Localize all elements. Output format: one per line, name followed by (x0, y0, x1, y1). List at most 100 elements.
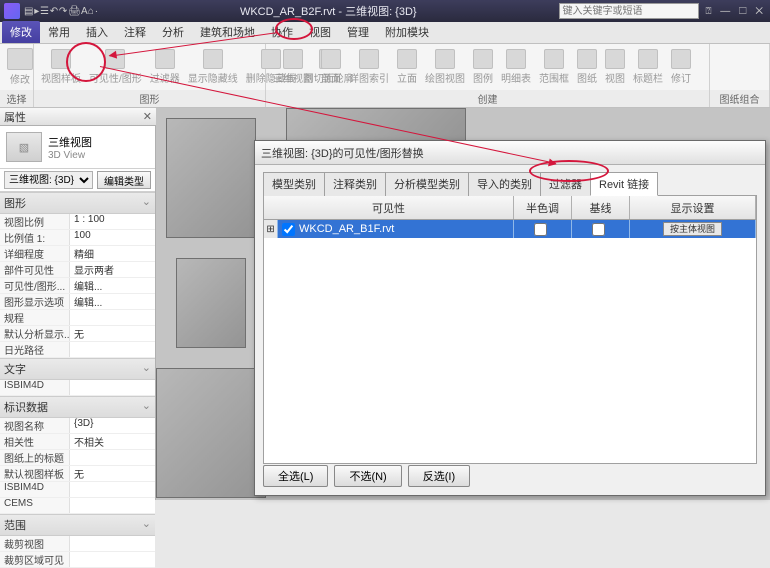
prop-row[interactable]: 默认视图样板无 (0, 466, 155, 482)
prop-section-header[interactable]: 文字⌄ (0, 358, 155, 380)
prop-row[interactable]: 裁剪视图 (0, 536, 155, 552)
rev-icon (671, 49, 691, 69)
ribbon-group-select: 选择 (0, 90, 33, 107)
prop-value[interactable]: {3D} (70, 418, 155, 433)
app-logo-icon (4, 3, 20, 19)
prop-value[interactable] (70, 380, 155, 395)
prop-row[interactable]: 日光路径 (0, 342, 155, 358)
ribbon-show-hidden[interactable]: 显示隐藏线 (185, 47, 241, 87)
prop-value[interactable]: 编辑... (70, 278, 155, 293)
prop-value[interactable] (70, 536, 155, 551)
ribbon-callout[interactable]: 详图索引 (346, 47, 392, 87)
prop-value[interactable]: 无 (70, 326, 155, 341)
prop-value[interactable]: 不相关 (70, 434, 155, 449)
prop-row[interactable]: 比例值 1:100 (0, 230, 155, 246)
link-visibility-checkbox[interactable] (282, 223, 295, 236)
prop-row[interactable]: 裁剪区域可见 (0, 552, 155, 568)
dtab-model[interactable]: 模型类别 (263, 172, 325, 196)
ribbon-revision[interactable]: 修订 (668, 47, 694, 87)
prop-value[interactable] (70, 310, 155, 325)
filter-icon (155, 49, 175, 69)
ribbon-3dview[interactable]: 三维视图 (270, 47, 316, 87)
tab-view[interactable]: 视图 (301, 21, 339, 43)
ribbon-filters[interactable]: 过滤器 (147, 47, 183, 87)
dtab-analytical[interactable]: 分析模型类别 (385, 172, 469, 196)
prop-value[interactable] (70, 552, 155, 567)
prop-row[interactable]: 默认分析显示...无 (0, 326, 155, 342)
type-selector[interactable]: 三维视图: {3D} (4, 171, 93, 189)
prop-row[interactable]: 图形显示选项编辑... (0, 294, 155, 310)
prop-value[interactable] (70, 342, 155, 357)
prop-row[interactable]: ISBIM4D (0, 482, 155, 498)
dtab-revit-links[interactable]: Revit 链接 (590, 172, 658, 196)
tab-home[interactable]: 常用 (40, 21, 78, 43)
ribbon-elev[interactable]: 立面 (394, 47, 420, 87)
close-icon[interactable]: ✕ (143, 110, 152, 123)
select-none-button[interactable]: 不选(N) (334, 465, 401, 487)
edit-type-button[interactable]: 编辑类型 (97, 171, 151, 189)
dtab-anno[interactable]: 注释类别 (324, 172, 386, 196)
link-underlay-checkbox[interactable] (592, 223, 605, 236)
prop-section-header[interactable]: 标识数据⌄ (0, 396, 155, 418)
prop-key: CEMS (0, 498, 70, 513)
prop-value[interactable]: 编辑... (70, 294, 155, 309)
ribbon-scope[interactable]: 范围框 (536, 47, 572, 87)
ribbon-modify[interactable]: 修改 (4, 46, 36, 88)
show-icon (203, 49, 223, 69)
prop-section-header[interactable]: 图形⌄ (0, 192, 155, 214)
prop-value[interactable] (70, 498, 155, 513)
prop-row[interactable]: CEMS (0, 498, 155, 514)
ribbon-section[interactable]: 剖面 (318, 47, 344, 87)
invert-button[interactable]: 反选(I) (408, 465, 470, 487)
prop-row[interactable]: 视图名称{3D} (0, 418, 155, 434)
quick-access-toolbar[interactable]: ▤ ▸ ☰ ↶ ↷ 🖨 A ⌂ · (24, 6, 97, 17)
ribbon-view-templates[interactable]: 视图样板 (38, 47, 84, 87)
prop-row[interactable]: ISBIM4D (0, 380, 155, 396)
tab-site[interactable]: 建筑和场地 (192, 21, 263, 43)
ribbon-sheet[interactable]: 图纸 (574, 47, 600, 87)
prop-value[interactable]: 精细 (70, 246, 155, 261)
elev-icon (397, 49, 417, 69)
dtab-imported[interactable]: 导入的类别 (468, 172, 541, 196)
tab-collab[interactable]: 协作 (263, 21, 301, 43)
prop-row[interactable]: 相关性不相关 (0, 434, 155, 450)
select-all-button[interactable]: 全选(L) (263, 465, 328, 487)
prop-key: ISBIM4D (0, 482, 70, 497)
tab-modify[interactable]: 修改 (2, 21, 40, 43)
tab-manage[interactable]: 管理 (339, 21, 377, 43)
ribbon-visibility-graphics[interactable]: 可见性/图形 (86, 47, 145, 87)
prop-section-header[interactable]: 范围⌄ (0, 514, 155, 536)
ribbon-schedule[interactable]: 明细表 (498, 47, 534, 87)
dtab-filters[interactable]: 过滤器 (540, 172, 591, 196)
callout-icon (359, 49, 379, 69)
prop-value[interactable] (70, 482, 155, 497)
prop-row[interactable]: 可见性/图形...编辑... (0, 278, 155, 294)
sched-icon (506, 49, 526, 69)
view-type-label: 三维视图 (48, 134, 92, 150)
prop-row[interactable]: 规程 (0, 310, 155, 326)
tab-annotate[interactable]: 注释 (116, 21, 154, 43)
tab-insert[interactable]: 插入 (78, 21, 116, 43)
ribbon-view[interactable]: 视图 (602, 47, 628, 87)
prop-value[interactable]: 无 (70, 466, 155, 481)
prop-row[interactable]: 图纸上的标题 (0, 450, 155, 466)
search-input[interactable] (559, 3, 699, 19)
prop-row[interactable]: 部件可见性显示两者 (0, 262, 155, 278)
prop-value[interactable]: 显示两者 (70, 262, 155, 277)
link-row[interactable]: ⊞ WKCD_AR_B1F.rvt 按主体视图 (264, 220, 756, 238)
ribbon-titleblock[interactable]: 标题栏 (630, 47, 666, 87)
display-settings-button[interactable]: 按主体视图 (663, 222, 722, 236)
window-controls[interactable]: ⍰ — ☐ ✕ (705, 6, 766, 17)
prop-row[interactable]: 详细程度精细 (0, 246, 155, 262)
tab-addins[interactable]: 附加模块 (377, 21, 437, 43)
prop-value[interactable]: 100 (70, 230, 155, 245)
link-halftone-checkbox[interactable] (534, 223, 547, 236)
ribbon-drafting[interactable]: 绘图视图 (422, 47, 468, 87)
prop-value[interactable]: 1 : 100 (70, 214, 155, 229)
prop-value[interactable] (70, 450, 155, 465)
ribbon-legend[interactable]: 图例 (470, 47, 496, 87)
prop-row[interactable]: 视图比例1 : 100 (0, 214, 155, 230)
expand-icon[interactable]: ⊞ (264, 220, 278, 238)
col-underlay: 基线 (572, 196, 630, 219)
tab-analyze[interactable]: 分析 (154, 21, 192, 43)
